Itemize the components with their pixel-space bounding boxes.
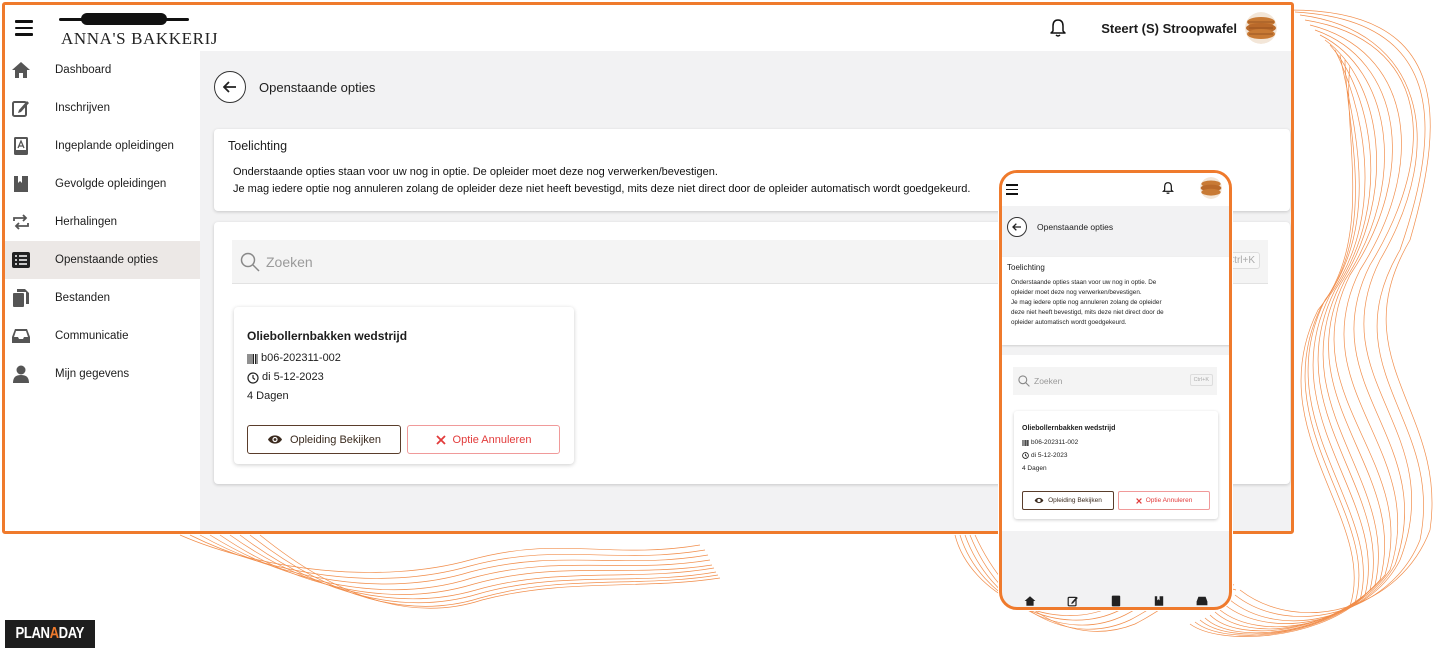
user-name[interactable]: Steert (S) Stroopwafel — [1101, 21, 1237, 36]
arrow-left-icon — [1012, 223, 1021, 231]
brand-text-accent: A — [49, 625, 59, 642]
eye-icon — [267, 435, 282, 444]
edit-icon[interactable] — [1067, 595, 1079, 607]
course-date: di 5-12-2023 — [1031, 452, 1068, 459]
user-icon — [10, 363, 32, 385]
avatar[interactable] — [1200, 177, 1222, 199]
mobile-top-bar — [1002, 173, 1229, 206]
rolling-pin-icon — [59, 13, 189, 25]
course-card: Oliebollernbakken wedstrijd b06-202311-0… — [234, 307, 574, 464]
course-date: di 5-12-2023 — [262, 371, 324, 383]
barcode-icon — [1022, 439, 1029, 446]
sidebar-item-gevolgde-opleidingen[interactable]: Gevolgde opleidingen — [5, 165, 200, 203]
sidebar-item-communicatie[interactable]: Communicatie — [5, 317, 200, 355]
menu-icon[interactable] — [1006, 184, 1018, 195]
avatar[interactable] — [1245, 12, 1277, 44]
view-course-label: Opleiding Bekijken — [289, 433, 382, 446]
course-card: Oliebollernbakken wedstrijd b06-202311-0… — [1014, 411, 1218, 519]
planaday-logo: PLANADAY — [5, 620, 95, 648]
course-code: b06-202311-002 — [261, 352, 341, 364]
sidebar-item-openstaande-opties[interactable]: Openstaande opties — [5, 241, 200, 279]
close-icon — [435, 434, 446, 445]
view-course-button[interactable]: Opleiding Bekijken — [1022, 491, 1114, 510]
search-shortcut: Ctrl+K — [1189, 374, 1213, 386]
cancel-option-button[interactable]: Optie Annuleren — [1118, 491, 1210, 510]
sidebar-item-label: Herhalingen — [55, 216, 118, 228]
sidebar-item-label: Mijn gegevens — [55, 368, 130, 380]
app-logo[interactable]: ANNA'S BAKKERIJ — [59, 8, 217, 48]
list-icon — [10, 249, 32, 271]
course-duration: 4 Dagen — [247, 390, 289, 402]
page-title: Openstaande opties — [1037, 222, 1114, 232]
sidebar-item-dashboard[interactable]: Dashboard — [5, 51, 200, 89]
explanation-title: Toelichting — [1007, 263, 1045, 272]
cancel-option-label: Optie Annuleren — [452, 433, 532, 446]
course-duration: 4 Dagen — [1022, 465, 1047, 472]
sidebar-item-mijn-gegevens[interactable]: Mijn gegevens — [5, 355, 200, 393]
course-code-row: b06-202311-002 — [247, 349, 561, 368]
top-bar: ANNA'S BAKKERIJ Steert (S) Stroopwafel — [5, 5, 1291, 51]
arrow-left-icon — [223, 81, 236, 93]
view-course-label: Opleiding Bekijken — [1048, 497, 1102, 504]
sidebar-item-label: Dashboard — [55, 64, 112, 76]
course-code: b06-202311-002 — [1031, 439, 1079, 446]
close-icon — [1135, 497, 1142, 504]
view-course-button[interactable]: Opleiding Bekijken — [247, 425, 401, 454]
search-icon — [240, 252, 260, 272]
sidebar: Dashboard Inschrijven Ingeplande opleidi… — [5, 51, 200, 531]
sidebar-item-label: Ingeplande opleidingen — [55, 140, 174, 152]
explanation-title: Toelichting — [228, 139, 288, 153]
cancel-option-button[interactable]: Optie Annuleren — [407, 425, 560, 454]
course-date-row: di 5-12-2023 — [1022, 449, 1210, 462]
course-date-row: di 5-12-2023 — [247, 368, 561, 387]
clock-icon — [247, 371, 259, 384]
sidebar-item-ingeplande-opleidingen[interactable]: Ingeplande opleidingen — [5, 127, 200, 165]
search-input[interactable] — [266, 253, 866, 270]
calendar-book-icon[interactable] — [1110, 595, 1122, 607]
logo-text: ANNA'S BAKKERIJ — [61, 29, 219, 48]
repeat-icon — [10, 211, 32, 233]
sidebar-item-bestanden[interactable]: Bestanden — [5, 279, 200, 317]
sidebar-item-label: Inschrijven — [55, 102, 110, 114]
mobile-bottom-nav — [1002, 591, 1229, 607]
menu-icon[interactable] — [15, 20, 33, 36]
cancel-option-label: Optie Annuleren — [1145, 497, 1193, 504]
sidebar-item-label: Gevolgde opleidingen — [55, 178, 167, 190]
course-code-row: b06-202311-002 — [1022, 436, 1210, 449]
search-placeholder: Zoeken — [1034, 376, 1063, 386]
sidebar-item-herhalingen[interactable]: Herhalingen — [5, 203, 200, 241]
sidebar-item-label: Communicatie — [55, 330, 129, 342]
files-icon — [10, 287, 32, 309]
book-icon — [10, 173, 32, 195]
page-title: Openstaande opties — [259, 79, 376, 95]
home-icon[interactable] — [1024, 595, 1036, 607]
barcode-icon — [247, 353, 258, 364]
brand-text-part3: DAY — [58, 625, 85, 642]
sidebar-item-inschrijven[interactable]: Inschrijven — [5, 89, 200, 127]
brand-text-part1: PLAN — [15, 625, 50, 642]
bell-icon[interactable] — [1162, 181, 1174, 195]
book-icon[interactable] — [1153, 595, 1165, 607]
sidebar-item-label: Bestanden — [55, 292, 110, 304]
explanation-card: Toelichting Onderstaande opties staan vo… — [1002, 257, 1229, 345]
back-button[interactable] — [1007, 217, 1027, 237]
back-button[interactable] — [214, 71, 246, 103]
search-bar[interactable]: Zoeken Ctrl+K — [1013, 367, 1217, 395]
bell-icon[interactable] — [1049, 18, 1067, 38]
course-title: Oliebollernbakken wedstrijd — [247, 329, 408, 343]
edit-icon — [10, 97, 32, 119]
mobile-mockup: Openstaande opties Toelichting Onderstaa… — [999, 170, 1232, 610]
inbox-icon — [10, 325, 32, 347]
course-title: Oliebollernbakken wedstrijd — [1022, 425, 1116, 432]
search-icon — [1018, 375, 1030, 387]
inbox-icon[interactable] — [1196, 595, 1208, 607]
calendar-book-icon — [10, 135, 32, 157]
clock-icon — [1022, 452, 1029, 459]
home-icon — [10, 59, 32, 81]
results-card: Zoeken Ctrl+K Oliebollernbakken wedstrij… — [1002, 355, 1229, 531]
explanation-text: Onderstaande opties staan voor uw nog in… — [1011, 279, 1164, 326]
eye-icon — [1034, 497, 1044, 504]
sidebar-item-label: Openstaande opties — [55, 254, 158, 266]
